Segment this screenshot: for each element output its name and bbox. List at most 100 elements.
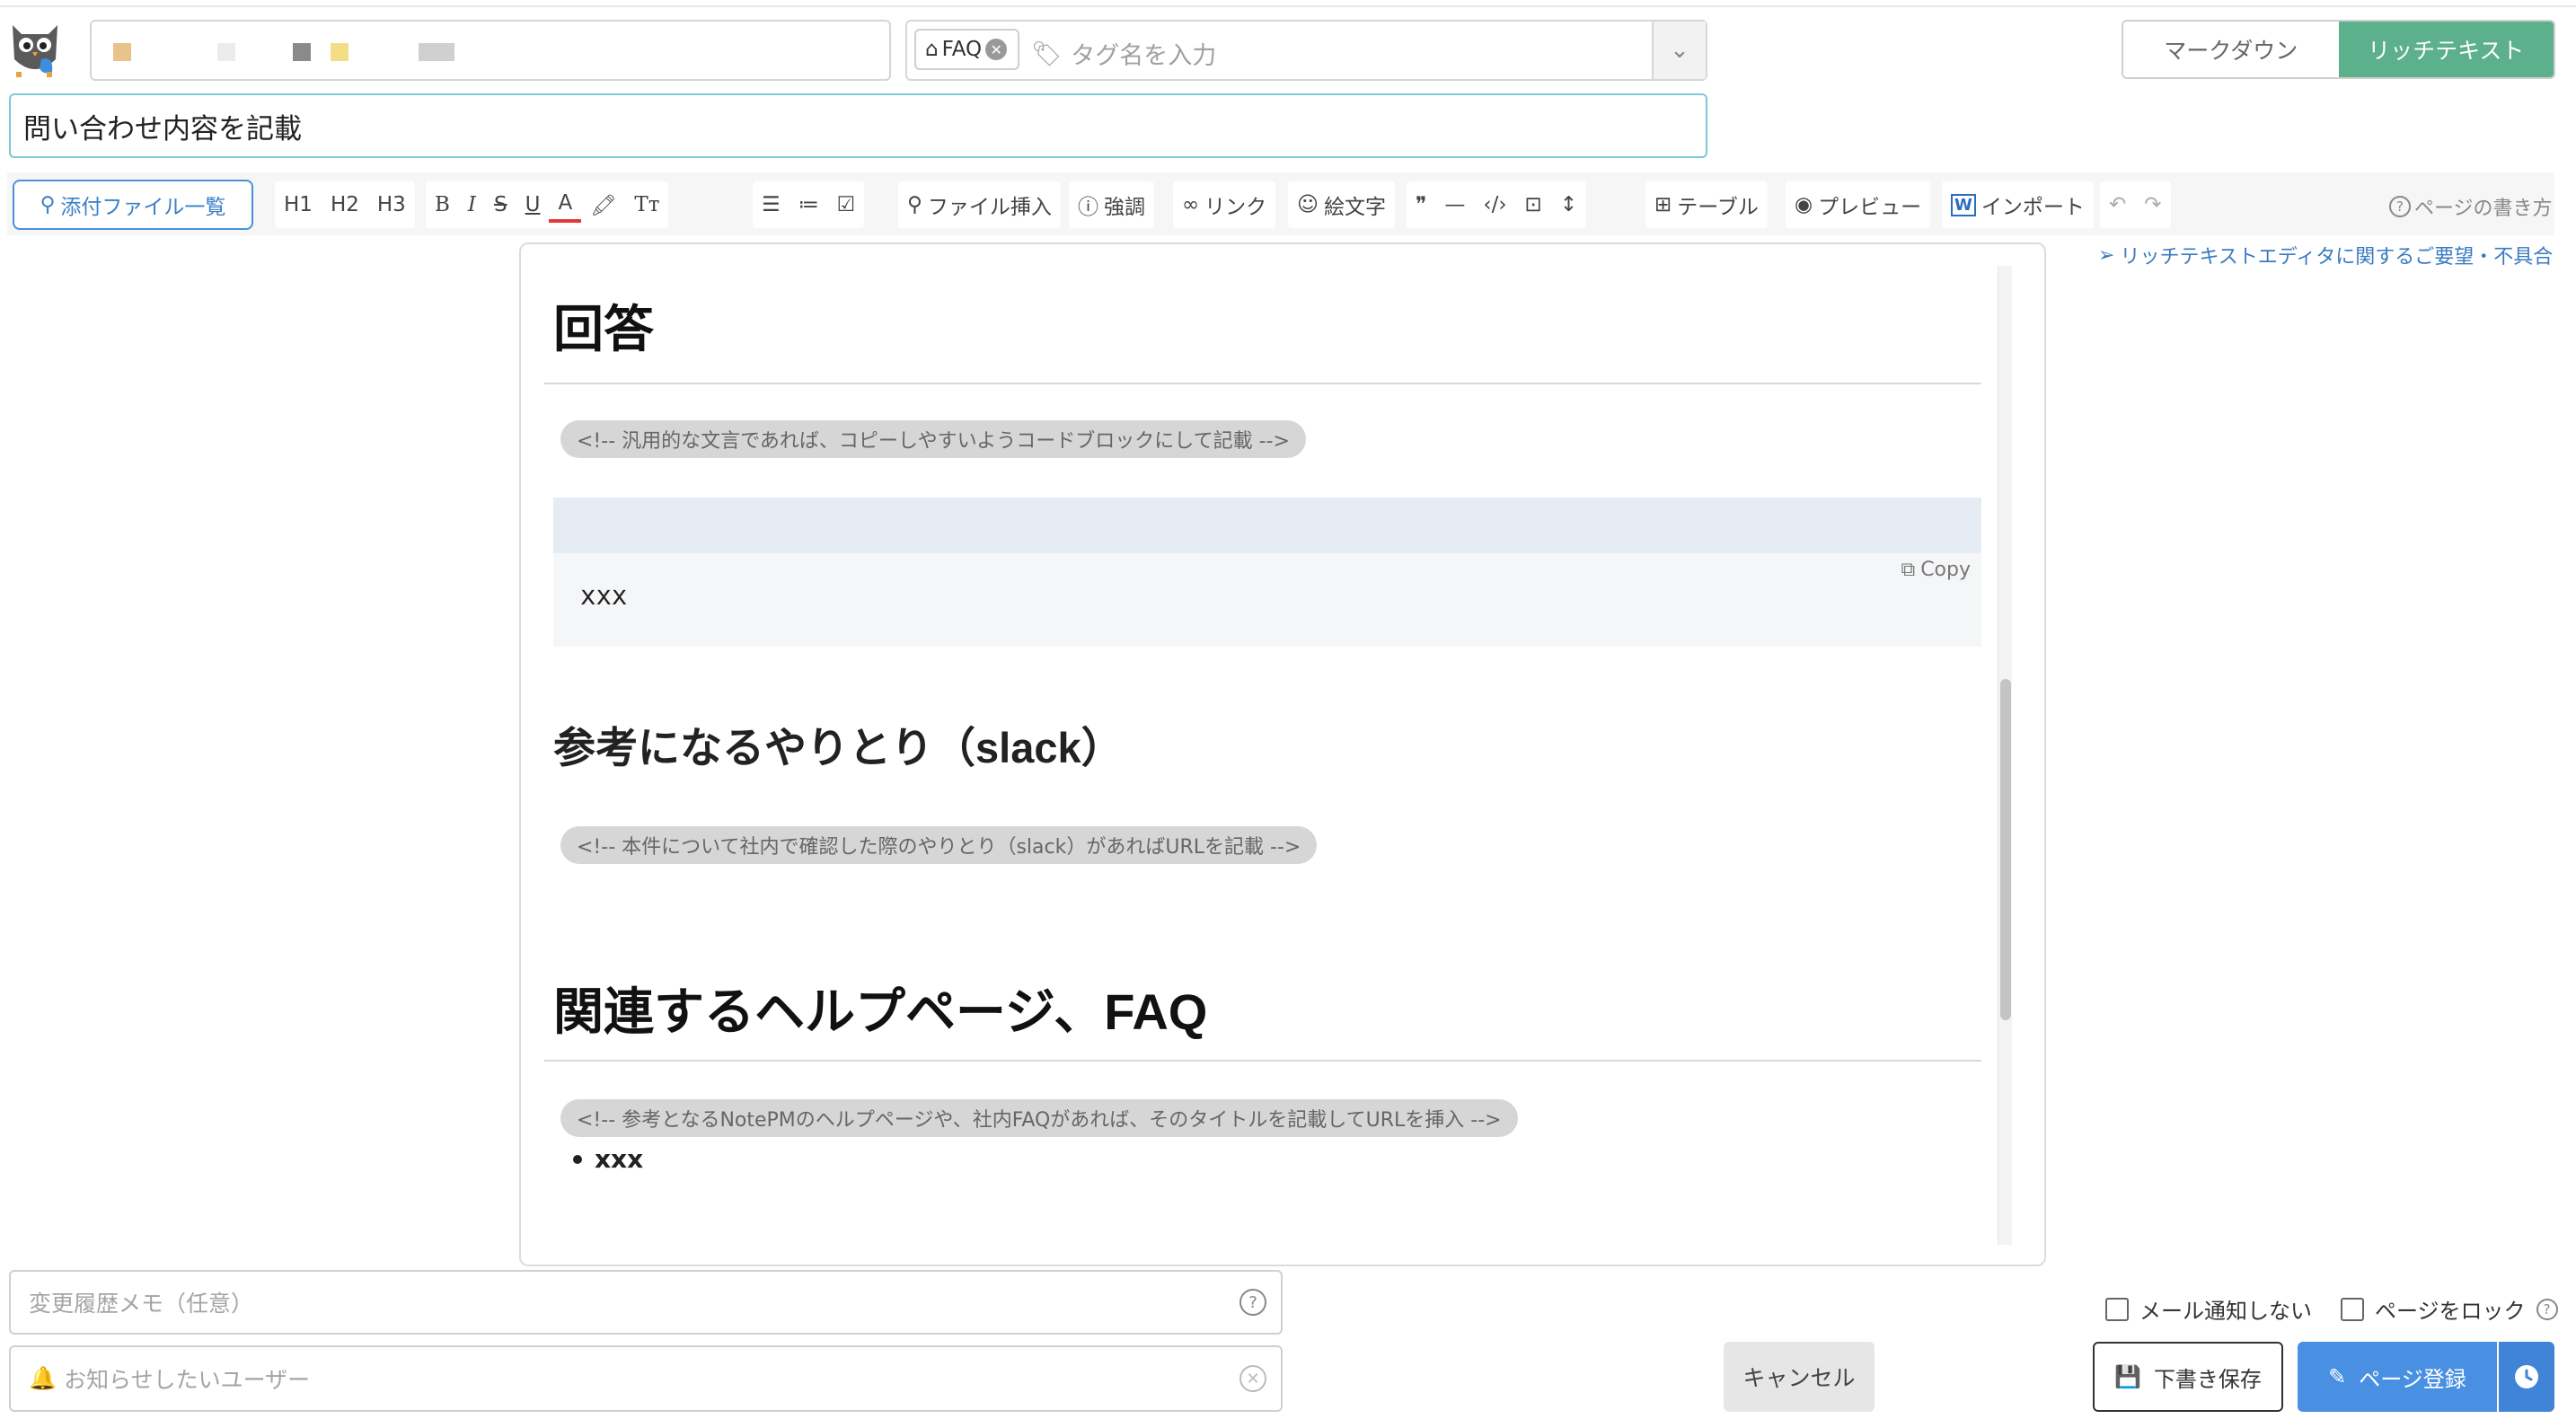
text-size-button[interactable]: Tт xyxy=(625,181,668,228)
link-button[interactable]: ∞ リンク xyxy=(1173,181,1275,228)
app-logo[interactable] xyxy=(7,20,63,79)
import-button[interactable]: W インポート xyxy=(1942,181,2094,228)
feedback-link[interactable]: ➢ リッチテキストエディタに関するご要望・不具合 xyxy=(2098,241,2553,269)
remove-tag-icon[interactable]: ✕ xyxy=(985,39,1008,60)
no-mail-checkbox[interactable]: メール通知しない xyxy=(2105,1293,2312,1325)
howto-link[interactable]: ? ページの書き方 xyxy=(2389,192,2553,221)
preview-button[interactable]: ◉ プレビュー xyxy=(1786,181,1930,228)
insert-group: ⚲ ファイル挿入 xyxy=(898,181,1061,228)
howto-label: ページの書き方 xyxy=(2414,198,2553,220)
numbered-list-icon[interactable]: ≔ xyxy=(790,181,828,228)
bold-button[interactable]: B xyxy=(426,181,459,228)
table-label: テーブル xyxy=(1677,196,1759,219)
tag-input[interactable]: ⌂ FAQ ✕ 🏷 タグ名を入力 ⌄ xyxy=(905,20,1707,81)
folder-path-selector[interactable] xyxy=(90,20,891,81)
checkbox[interactable] xyxy=(2341,1297,2364,1321)
page-title-input[interactable]: 問い合わせ内容を記載 xyxy=(9,93,1707,158)
undo-icon[interactable]: ↶ xyxy=(2100,181,2135,228)
h3-button[interactable]: H3 xyxy=(368,181,415,228)
tag-chip-label: FAQ xyxy=(941,38,983,61)
rich-text-editor[interactable]: 回答 <!-- 汎用的な文言であれば、コピーしやすいようコードブロックにして記載… xyxy=(519,242,2046,1266)
preview-group: ◉ プレビュー xyxy=(1786,181,1931,228)
link-group: ∞ リンク xyxy=(1173,181,1276,228)
emphasis-label: 強調 xyxy=(1104,196,1145,219)
import-label: インポート xyxy=(1981,196,2085,219)
quote-button[interactable]: ❞ xyxy=(1407,181,1435,228)
code-block[interactable]: ⧉ Copy xxx xyxy=(553,553,1981,647)
horizontal-rule-button[interactable]: — xyxy=(1435,181,1474,228)
tag-placeholder: 🏷 タグ名を入力 xyxy=(1031,36,1216,71)
import-group: W インポート xyxy=(1942,181,2094,228)
table-button[interactable]: ⊞ テーブル xyxy=(1645,181,1768,228)
tag-dropdown-button[interactable]: ⌄ xyxy=(1652,22,1706,79)
help-icon[interactable]: ? xyxy=(2536,1298,2558,1320)
help-icon[interactable]: ? xyxy=(1239,1289,1266,1316)
code-block-icon[interactable]: ⊡ xyxy=(1516,181,1551,228)
heading-reference: 参考になるやりとり（slack） xyxy=(553,724,1124,771)
scrollbar-thumb[interactable] xyxy=(2000,679,2011,1020)
path-segment xyxy=(217,43,235,61)
table-icon: ⊞ xyxy=(1654,193,1672,216)
attachments-button[interactable]: ⚲ 添付ファイル一覧 xyxy=(13,180,253,230)
table-group: ⊞ テーブル xyxy=(1645,181,1768,228)
redo-icon[interactable]: ↷ xyxy=(2135,181,2170,228)
underline-button[interactable]: U xyxy=(516,181,550,228)
paperclip-icon: ⚲ xyxy=(40,193,56,216)
checklist-icon[interactable]: ☑ xyxy=(828,181,865,228)
h1-button[interactable]: H1 xyxy=(275,181,322,228)
path-segment xyxy=(419,43,454,61)
clear-icon[interactable]: ✕ xyxy=(1239,1365,1266,1392)
bullet-list-icon[interactable]: ☰ xyxy=(753,181,790,228)
markdown-mode-button[interactable]: マークダウン xyxy=(2123,22,2339,77)
heading-related: 関連するヘルプページ、FAQ xyxy=(553,983,1208,1040)
divider xyxy=(544,383,1981,384)
chevron-down-icon: ⌄ xyxy=(1670,37,1689,64)
editor-scrollbar[interactable] xyxy=(1998,266,2012,1245)
notify-users-input[interactable]: 🔔 お知らせしたいユーザー ✕ xyxy=(9,1345,1283,1412)
font-color-button[interactable]: A xyxy=(549,187,582,223)
memo-placeholder: 変更履歴メモ（任意） xyxy=(29,1291,254,1317)
register-page-button[interactable]: ✎ ページ登録 xyxy=(2298,1342,2497,1412)
code-text: xxx xyxy=(580,580,628,611)
comment-block: <!-- 汎用的な文言であれば、コピーしやすいようコードブロックにして記載 --… xyxy=(560,420,1306,458)
no-mail-label: メール通知しない xyxy=(2139,1299,2312,1324)
emphasis-button[interactable]: ⓘ 強調 xyxy=(1069,181,1154,228)
schedule-publish-button[interactable] xyxy=(2499,1342,2554,1412)
checkbox[interactable] xyxy=(2105,1297,2129,1321)
eye-icon: ◉ xyxy=(1795,193,1813,216)
help-icon: ? xyxy=(2389,196,2411,217)
code-inline-icon[interactable]: ‹/› xyxy=(1474,181,1515,228)
emoji-button[interactable]: ☺ 絵文字 xyxy=(1288,181,1395,228)
line-height-icon[interactable]: ↕ xyxy=(1551,181,1586,228)
pencil-icon: ✎ xyxy=(2328,1364,2347,1389)
emoji-label: 絵文字 xyxy=(1323,196,1386,219)
comment-block: <!-- 参考となるNotePMのヘルプページや、社内FAQがあれば、そのタイト… xyxy=(560,1099,1518,1137)
save-draft-label: 下書き保存 xyxy=(2153,1366,2262,1392)
tag-placeholder-text: タグ名を入力 xyxy=(1071,42,1217,70)
top-border xyxy=(0,0,2576,7)
strikethrough-button[interactable]: S xyxy=(485,181,516,228)
code-block-header xyxy=(553,498,1981,553)
file-insert-button[interactable]: ⚲ ファイル挿入 xyxy=(898,181,1061,228)
tag-icon: ⌂ xyxy=(925,38,939,61)
paperclip-icon: ⚲ xyxy=(907,193,922,216)
cancel-button[interactable]: キャンセル xyxy=(1724,1342,1875,1412)
h2-button[interactable]: H2 xyxy=(322,181,368,228)
tag-chip[interactable]: ⌂ FAQ ✕ xyxy=(914,29,1020,70)
copy-button[interactable]: ⧉ Copy xyxy=(1901,559,1971,581)
change-memo-input[interactable]: 変更履歴メモ（任意） ? xyxy=(9,1270,1283,1335)
lock-page-checkbox[interactable]: ページをロック ? xyxy=(2341,1293,2558,1325)
path-segment xyxy=(331,43,348,61)
comment-block: <!-- 本件について社内で確認した際のやりとり（slack）があればURLを記… xyxy=(560,826,1318,864)
heading-answer: 回答 xyxy=(553,301,654,357)
richtext-mode-button[interactable]: リッチテキスト xyxy=(2338,22,2554,77)
list-item: xxx xyxy=(573,1144,643,1174)
feedback-label: リッチテキストエディタに関するご要望・不具合 xyxy=(2120,246,2554,269)
divider xyxy=(544,1060,1981,1062)
save-draft-button[interactable]: 💾 下書き保存 xyxy=(2093,1342,2283,1412)
list-item-text: xxx xyxy=(595,1144,644,1174)
highlighter-icon[interactable]: 🖍 xyxy=(581,181,625,228)
attachments-label: 添付ファイル一覧 xyxy=(60,196,226,219)
heading-group: H1 H2 H3 xyxy=(275,181,415,228)
italic-button[interactable]: I xyxy=(459,181,485,228)
